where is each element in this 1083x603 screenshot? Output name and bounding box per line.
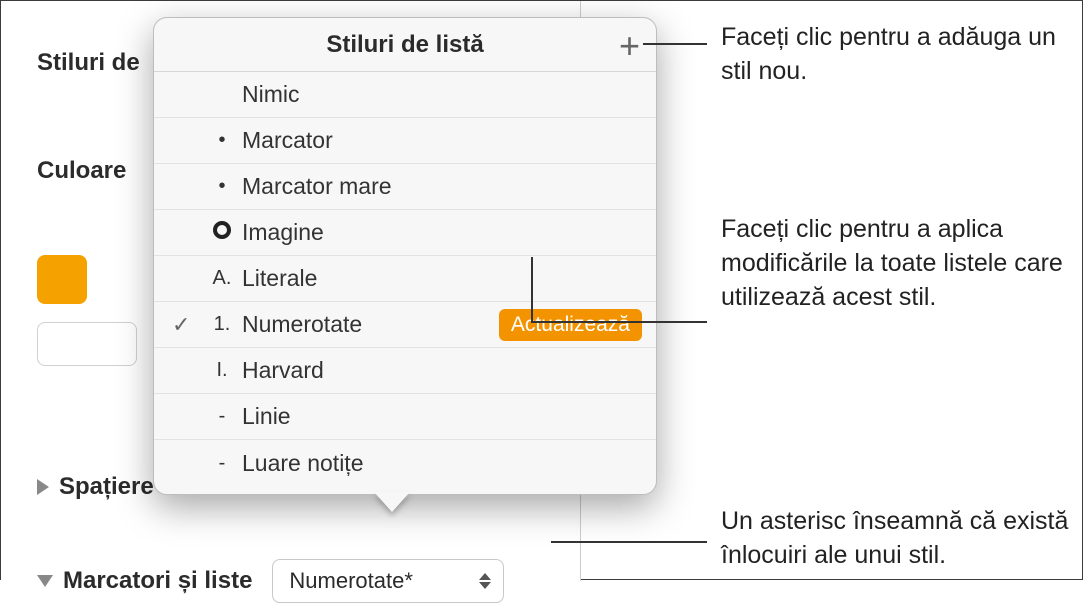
chevron-right-icon[interactable] [37,479,49,495]
bullet-preview: I. [202,359,242,382]
bullet-preview [202,221,242,245]
bullet-preview: A. [202,267,242,290]
list-style-item[interactable]: Nimic [154,72,656,118]
align-left-button[interactable] [37,255,87,304]
leader-line [643,43,707,45]
list-style-dropdown[interactable]: Numerotate* [272,559,504,603]
list-style-item[interactable]: -Linie [154,394,656,440]
chevron-down-icon[interactable] [37,575,53,587]
list-style-item[interactable]: Imagine [154,210,656,256]
spacing-label: Spațiere [59,473,154,501]
list-style-item-label: Luare notițe [242,450,642,477]
list-style-item-label: Literale [242,265,642,292]
popover-header: Stiluri de listă + [154,18,656,72]
callout-update-style: Faceți clic pentru a aplica modificările… [721,213,1077,314]
callout-add-style: Faceți clic pentru a adăuga un stil nou. [721,21,1061,89]
align-left-icon [49,266,65,294]
blank-button[interactable] [37,322,137,366]
bullets-lists-label: Marcatori și liste [63,567,252,595]
list-style-item-label: Numerotate [242,311,499,338]
leader-line [531,257,533,321]
list-style-item-label: Harvard [242,357,642,384]
list-style-item-label: Imagine [242,219,642,246]
bullet-preview: 1. [202,313,242,336]
stepper-icon [479,573,491,589]
list-style-item[interactable]: -Luare notițe [154,440,656,486]
list-style-item-label: Marcator mare [242,173,642,200]
list-style-item-label: Nimic [242,81,642,108]
list-style-item[interactable]: A.Literale [154,256,656,302]
bullet-preview: - [202,405,242,428]
callout-asterisk: Un asterisc înseamnă că există înlocuiri… [721,505,1077,573]
ring-icon [213,221,231,239]
list-style-item[interactable]: •Marcator [154,118,656,164]
list-style-item[interactable]: ✓1.NumerotateActualizează [154,302,656,348]
list-styles-popover: Stiluri de listă + Nimic•Marcator•Marcat… [153,17,657,495]
bullet-preview: • [202,129,242,152]
bullet-preview: - [202,452,242,475]
popover-title: Stiluri de listă [326,31,483,59]
leader-line [531,321,707,323]
add-style-button[interactable]: + [619,28,640,64]
list-style-dropdown-value: Numerotate* [289,568,413,594]
bullet-preview: • [202,175,242,198]
update-style-button[interactable]: Actualizează [499,309,642,341]
popover-list: Nimic•Marcator•Marcator mareImagineA.Lit… [154,72,656,486]
list-style-item-label: Linie [242,403,642,430]
list-style-item[interactable]: I.Harvard [154,348,656,394]
checkmark-icon: ✓ [172,312,202,338]
leader-line [551,541,707,543]
list-style-item[interactable]: •Marcator mare [154,164,656,210]
list-style-item-label: Marcator [242,127,642,154]
